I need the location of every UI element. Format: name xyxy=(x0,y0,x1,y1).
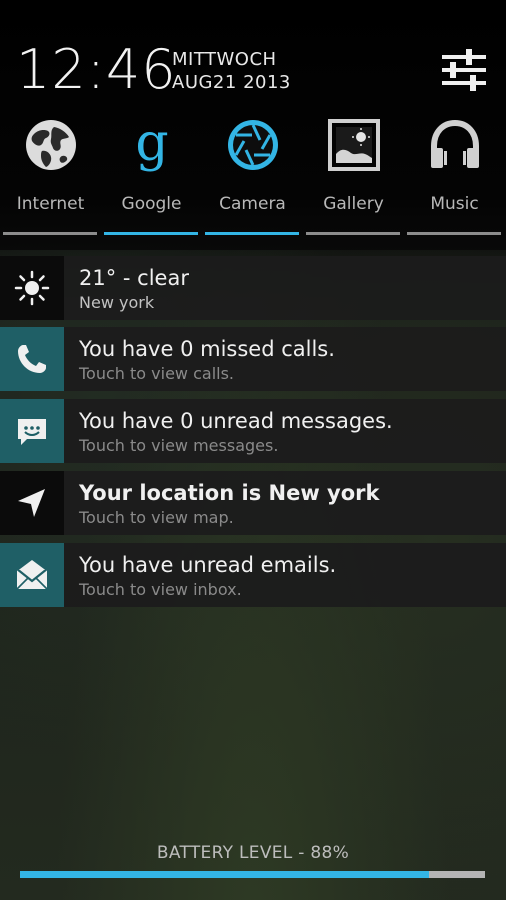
battery-level-label: BATTERY LEVEL - 88% xyxy=(156,843,350,863)
weather-title: 21° - clear xyxy=(79,266,189,290)
weather-location: New york xyxy=(79,293,155,312)
app-indicator-bar xyxy=(306,232,400,235)
calls-icon-box xyxy=(0,327,64,391)
app-label: Google xyxy=(121,194,182,214)
app-google[interactable]: g Google xyxy=(104,112,199,238)
weather-icon-box xyxy=(0,256,64,320)
settings-sliders-icon[interactable] xyxy=(440,47,488,93)
app-indicator-bar xyxy=(3,232,97,235)
svg-text:g: g xyxy=(135,118,168,172)
battery-level-fill xyxy=(20,871,430,878)
app-label: Camera xyxy=(219,194,286,214)
sun-icon xyxy=(14,270,50,306)
calls-subtitle: Touch to view calls. xyxy=(79,364,234,383)
location-notification[interactable]: Your location is New york Touch to view … xyxy=(0,471,506,535)
email-title: You have unread emails. xyxy=(79,553,337,577)
unread-messages-notification[interactable]: You have 0 unread messages. Touch to vie… xyxy=(0,399,506,463)
date-label: AUG21 2013 xyxy=(172,72,291,93)
date-block: MITTWOCH AUG21 2013 xyxy=(172,48,291,94)
google-icon: g xyxy=(135,118,168,172)
app-internet[interactable]: Internet xyxy=(3,112,98,238)
app-indicator-bar xyxy=(407,232,501,235)
app-music[interactable]: Music xyxy=(407,112,502,238)
app-label: Internet xyxy=(16,194,85,214)
location-title: Your location is New york xyxy=(79,481,380,505)
globe-icon xyxy=(26,120,76,170)
headphones-icon xyxy=(431,119,479,168)
calls-title: You have 0 missed calls. xyxy=(79,337,335,361)
app-camera[interactable]: Camera xyxy=(205,112,300,238)
app-indicator-bar xyxy=(104,232,198,235)
app-label: Gallery xyxy=(323,194,384,214)
email-subtitle: Touch to view inbox. xyxy=(79,580,242,599)
phone-icon xyxy=(18,345,46,373)
app-indicator-bar xyxy=(205,232,299,235)
weekday-label: MITTWOCH xyxy=(172,49,277,70)
weather-notification[interactable]: 21° - clear New york xyxy=(0,256,506,320)
message-icon xyxy=(18,419,46,445)
messages-icon-box xyxy=(0,399,64,463)
app-shortcuts: Internet g Google Camera Gallery Music xyxy=(0,112,506,238)
location-arrow-icon xyxy=(18,489,45,517)
messages-title: You have 0 unread messages. xyxy=(79,409,393,433)
missed-calls-notification[interactable]: You have 0 missed calls. Touch to view c… xyxy=(0,327,506,391)
camera-aperture-icon xyxy=(228,120,278,170)
battery-level-bar xyxy=(20,871,485,878)
clock-time: 12:46 xyxy=(16,38,177,101)
location-subtitle: Touch to view map. xyxy=(79,508,234,527)
email-icon-box xyxy=(0,543,64,607)
app-gallery[interactable]: Gallery xyxy=(306,112,401,238)
unread-emails-notification[interactable]: You have unread emails. Touch to view in… xyxy=(0,543,506,607)
app-label: Music xyxy=(430,194,479,214)
envelope-icon xyxy=(16,560,48,590)
messages-subtitle: Touch to view messages. xyxy=(79,436,279,455)
location-icon-box xyxy=(0,471,64,535)
gallery-icon xyxy=(328,119,380,171)
